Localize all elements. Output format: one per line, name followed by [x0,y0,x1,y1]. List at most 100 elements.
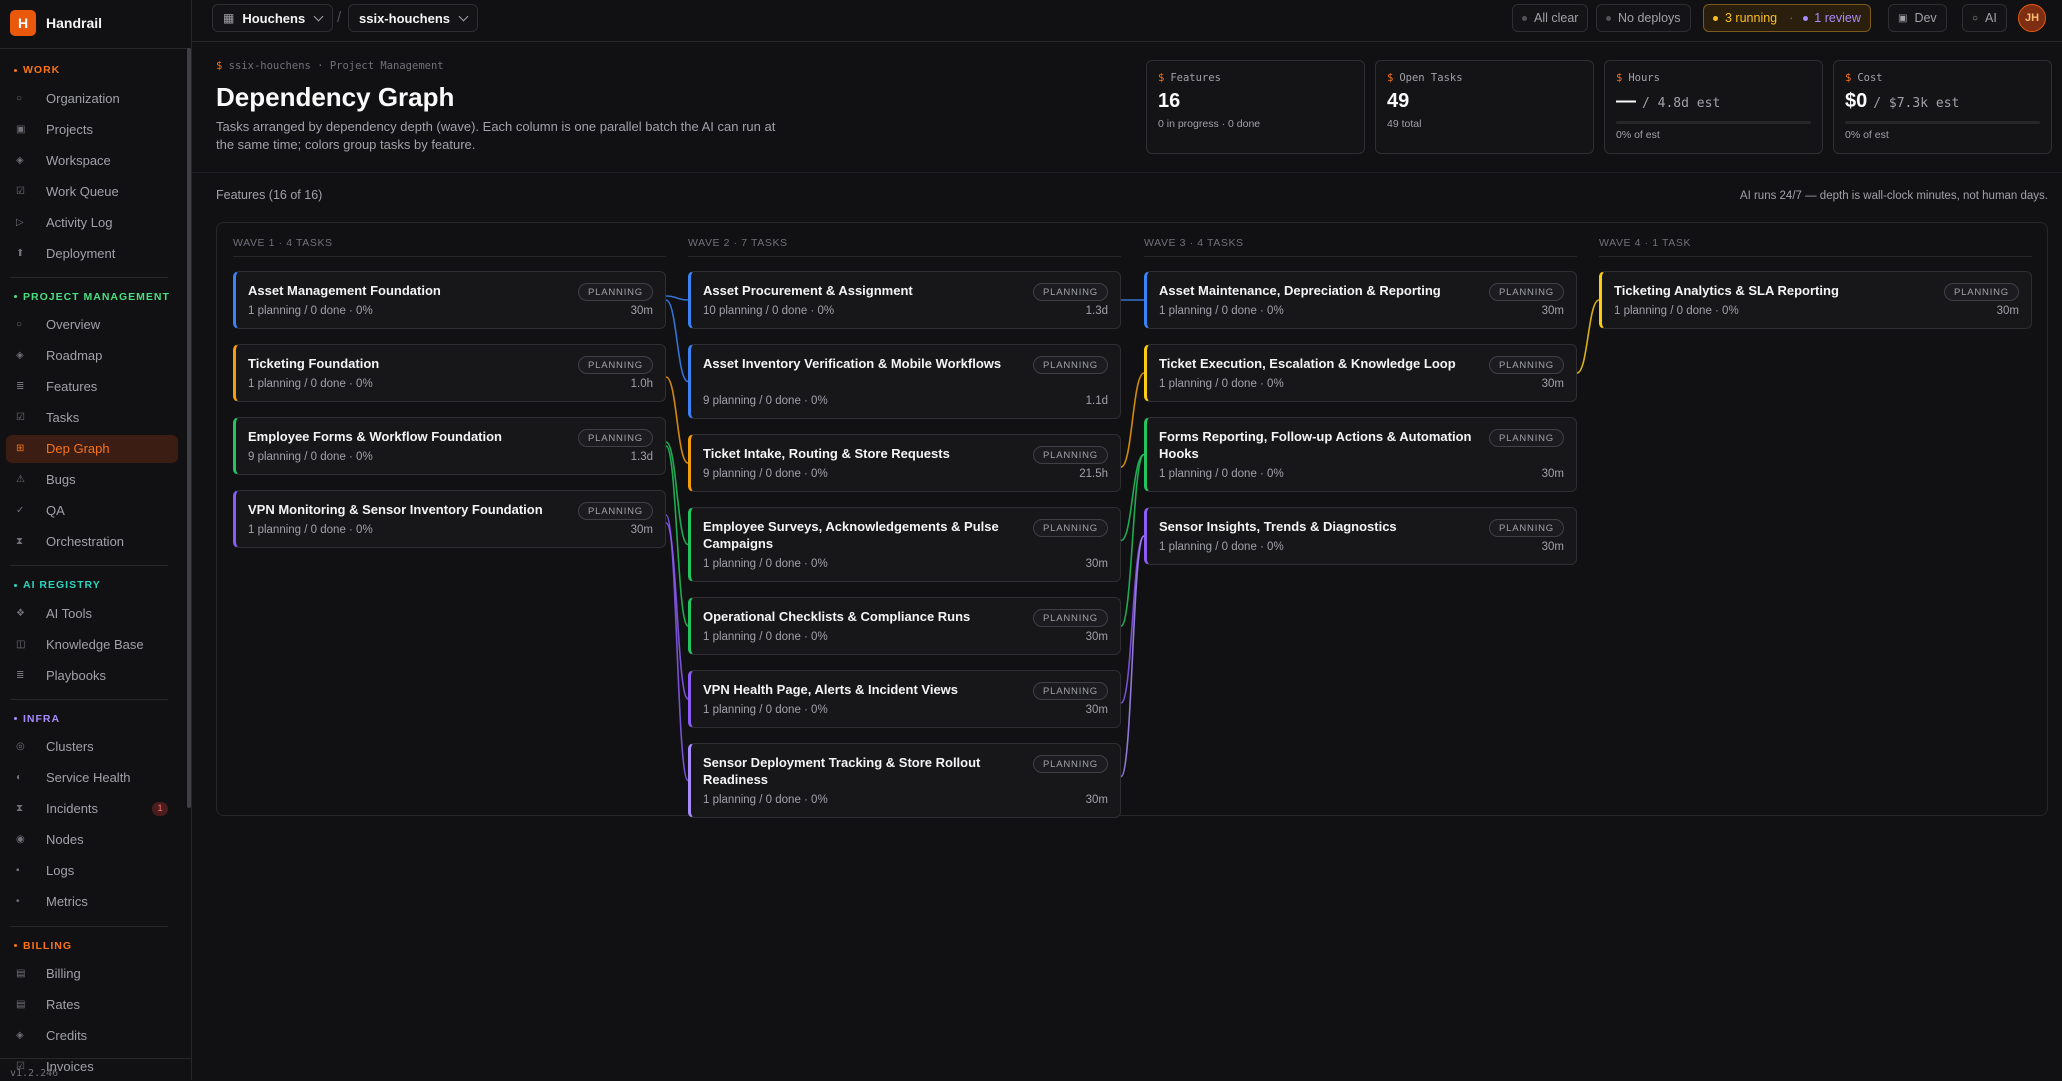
task-title: Asset Maintenance, Depreciation & Report… [1159,283,1441,298]
sidebar-item-dep-graph[interactable]: ⊞ Dep Graph [6,434,178,463]
sidebar-item-bugs[interactable]: ⚠ Bugs [6,466,178,494]
sidebar-item-service-health[interactable]: ◐ Service Health [6,764,178,792]
user-avatar[interactable]: JH [2018,4,2046,32]
task-progress: 1 planning / 0 done · 0% [248,524,373,536]
task-progress: 9 planning / 0 done · 0% [703,468,828,480]
task-title: Sensor Insights, Trends & Diagnostics [1159,519,1397,534]
all-clear-status[interactable]: All clear [1512,4,1589,32]
sidebar-item-qa[interactable]: ✓ QA [6,497,178,525]
sidebar-item-clusters[interactable]: ◎ Clusters [6,733,178,761]
task-card[interactable]: Employee Surveys, Acknowledgements & Pul… [688,507,1121,582]
status-badge: PLANNING [1033,609,1108,627]
sidebar-item-roadmap[interactable]: ◈ Roadmap [6,342,178,370]
sidebar-item-label: Rates [46,997,80,1012]
task-duration: 30m [1541,378,1564,390]
warning-icon: ⚠ [16,474,25,485]
sidebar-item-organization[interactable]: ○ Organization [6,84,178,112]
dev-environment-button[interactable]: ▣ Dev [1888,4,1947,32]
prompt-icon: $ [1616,72,1623,84]
task-card[interactable]: Asset Inventory Verification & Mobile Wo… [688,344,1121,419]
sidebar-item-metrics[interactable]: • Metrics [6,888,178,916]
ai-icon: ○ [1972,12,1979,24]
task-title: Employee Surveys, Acknowledgements & Pul… [703,519,999,551]
sidebar-item-incidents[interactable]: ⧗ Incidents 1 [6,795,178,823]
sidebar-item-rates[interactable]: ▤ Rates [6,991,178,1019]
task-card[interactable]: Ticketing Foundation PLANNING 1 planning /… [233,344,666,402]
breadcrumb-separator: · [317,60,330,72]
sidebar-item-label: Organization [46,90,120,106]
wave-header: WAVE 1 · 4 TASKS [233,237,666,257]
sidebar-item-logs[interactable]: ▪ Logs [6,857,178,885]
sidebar-item-label: Orchestration [46,534,125,549]
task-duration: 30m [1541,541,1564,553]
task-duration: 30m [1085,631,1108,643]
status-badge: PLANNING [578,502,653,520]
chevron-down-icon [458,11,469,21]
running-status[interactable]: 3 running · 1 review [1703,4,1871,32]
task-card[interactable]: VPN Monitoring & Sensor Inventory Founda… [233,490,666,548]
sidebar-item-features[interactable]: ≣ Features [6,373,178,401]
task-card[interactable]: VPN Health Page, Alerts & Incident Views… [688,670,1121,728]
task-card[interactable]: Ticketing Analytics & SLA Reporting PLANN… [1599,271,2032,329]
sidebar-item-tasks[interactable]: ☑ Tasks [6,404,178,432]
nav-section-label: WORK [23,64,61,76]
sidebar-item-activity-log[interactable]: ▷ Activity Log [6,208,178,236]
task-card[interactable]: Asset Procurement & Assignment PLANNING 10… [688,271,1121,329]
sidebar-item-work-queue[interactable]: ☑ Work Queue [6,177,178,205]
org-switcher[interactable]: ▦ Houchens [212,4,334,32]
task-title: Asset Procurement & Assignment [703,283,913,298]
brand[interactable]: H Handrail [10,10,102,36]
grid-icon: ▤ [16,999,26,1010]
tool-icon: ❖ [16,607,25,619]
task-card[interactable]: Sensor Insights, Trends & Diagnostics PLA… [1144,507,1577,565]
status-badge: PLANNING [1033,682,1108,700]
dependency-edge [1120,453,1145,542]
sidebar-item-billing[interactable]: ▤ Billing [6,960,178,988]
breadcrumb-section[interactable]: Project Management [330,60,444,72]
sidebar-item-label: Dep Graph [46,441,110,456]
ai-runtime-note: AI runs 24/7 — depth is wall-clock minut… [1739,190,2048,202]
task-card[interactable]: Ticket Intake, Routing & Store Requests P… [688,434,1121,492]
task-card[interactable]: Operational Checklists & Compliance Runs… [688,597,1121,655]
sidebar-item-label: QA [46,503,65,518]
project-switcher[interactable]: ssix-houchens [348,4,479,32]
stat-value: — / 4.8d est [1616,90,1811,113]
chevron-down-icon [313,11,324,21]
sidebar-scrollbar[interactable] [187,48,191,808]
task-card[interactable]: Asset Management Foundation PLANNING 1 pla… [233,271,666,329]
main-content: $ ssix-houchens · Project Management Dep… [192,42,2062,1080]
sidebar-item-orchestration[interactable]: ⧗ Orchestration [6,528,178,556]
sidebar-item-nodes[interactable]: ◉ Nodes [6,826,178,854]
stat-card-hours: $ Hours — / 4.8d est 0% of est [1604,60,1823,154]
ai-button[interactable]: ○ AI [1962,4,2007,32]
sidebar-item-playbooks[interactable]: ≣ Playbooks [6,661,178,689]
task-card[interactable]: Ticket Execution, Escalation & Knowledge… [1144,344,1577,402]
task-title: Asset Inventory Verification & Mobile Wo… [703,356,1002,371]
deploy-status[interactable]: No deploys [1596,4,1691,32]
list-icon: ≣ [16,669,25,681]
task-progress: 1 planning / 0 done · 0% [1159,305,1284,317]
stat-progress-bar [1616,121,1811,124]
sidebar-item-ai-tools[interactable]: ❖ AI Tools [6,599,178,627]
task-card[interactable]: Asset Maintenance, Depreciation & Report… [1144,271,1577,329]
sidebar-item-deployment[interactable]: ⬆ Deployment [6,239,178,267]
breadcrumb-project[interactable]: ssix-houchens [229,60,311,72]
dependency-edge [1120,535,1145,778]
sidebar-item-projects[interactable]: ▣ Projects [6,115,178,143]
sidebar-item-overview[interactable]: ○ Overview [6,311,178,339]
task-card[interactable]: Forms Reporting, Follow-up Actions & Aut… [1144,417,1577,492]
task-title: Operational Checklists & Compliance Runs [703,609,971,624]
deploy-status-label: No deploys [1618,11,1681,25]
sidebar-item-credits[interactable]: ◈ Credits [6,1022,178,1050]
sidebar-item-knowledge-base[interactable]: ◫ Knowledge Base [6,630,178,658]
stat-estimate: / $7.3k est [1873,96,1960,111]
stat-value-number: — [1616,90,1636,112]
review-dot-icon [1803,15,1809,21]
task-title: Employee Forms & Workflow Foundation [248,429,502,444]
task-card[interactable]: Sensor Deployment Tracking & Store Rollo… [688,743,1121,818]
sidebar-item-workspace[interactable]: ◈ Workspace [6,146,178,174]
sidebar-item-label: Roadmap [46,348,103,363]
sidebar-item-label: Metrics [46,894,88,909]
task-card[interactable]: Employee Forms & Workflow Foundation PLAN… [233,417,666,475]
task-duration: 1.0h [630,378,653,390]
